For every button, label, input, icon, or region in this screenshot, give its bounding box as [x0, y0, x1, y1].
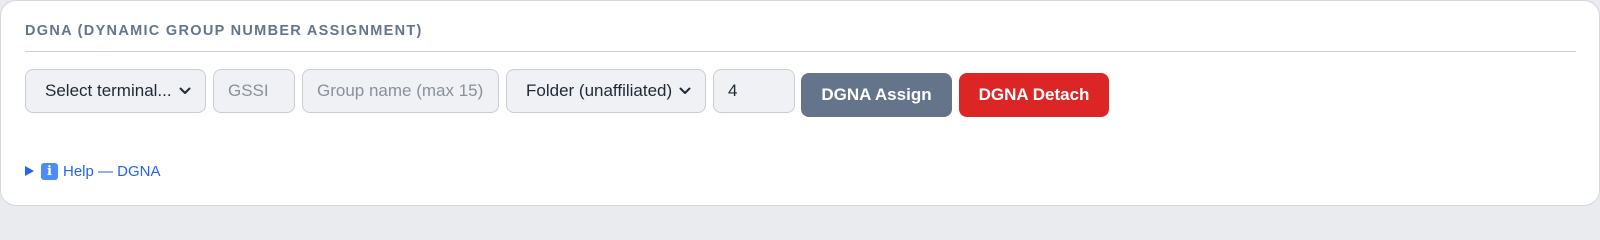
folder-select[interactable]: Folder (unaffiliated) [506, 69, 706, 113]
info-icon: i [41, 162, 58, 180]
panel-title: DGNA (DYNAMIC GROUP NUMBER ASSIGNMENT) [25, 23, 423, 39]
dgna-panel: DGNA (DYNAMIC GROUP NUMBER ASSIGNMENT) S… [0, 0, 1600, 206]
chevron-down-icon [179, 85, 191, 97]
terminal-select-value: Select terminal... [45, 81, 172, 100]
group-name-input[interactable] [302, 69, 499, 113]
dgna-detach-button[interactable]: DGNA Detach [959, 73, 1109, 117]
help-disclosure[interactable]: i Help — DGNA [25, 161, 161, 181]
title-divider [25, 51, 1576, 52]
help-label: Help — DGNA [63, 162, 161, 180]
disclosure-triangle-icon [25, 166, 34, 176]
folder-select-value: Folder (unaffiliated) [526, 81, 673, 100]
number-input[interactable] [713, 69, 795, 113]
dgna-assign-button[interactable]: DGNA Assign [801, 73, 952, 117]
gssi-input[interactable] [213, 69, 295, 113]
chevron-down-icon [679, 85, 691, 97]
terminal-select[interactable]: Select terminal... [25, 69, 206, 113]
